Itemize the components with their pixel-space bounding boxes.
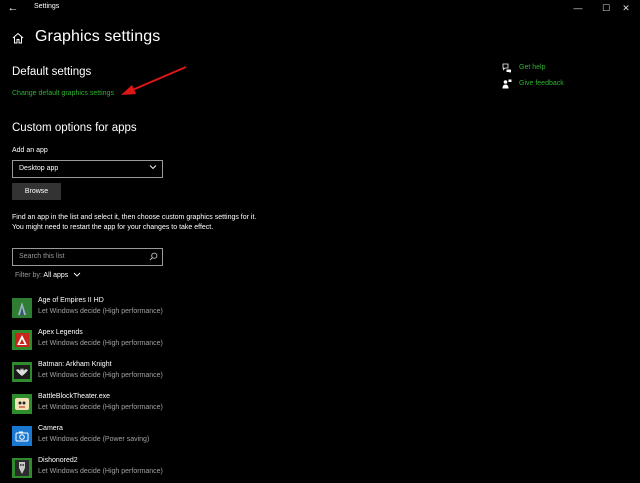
age-of-empires-icon	[12, 298, 32, 318]
search-placeholder: Search this list	[19, 253, 65, 260]
page-title: Graphics settings	[35, 28, 161, 45]
app-name: Age of Empires II HD	[38, 297, 104, 304]
app-name: Dishonored2	[38, 457, 78, 464]
app-preference: Let Windows decide (High performance)	[38, 404, 163, 411]
app-preference: Let Windows decide (High performance)	[38, 340, 163, 347]
app-preference: Let Windows decide (High performance)	[38, 468, 163, 475]
app-preference: Let Windows decide (Power saving)	[38, 436, 150, 443]
default-settings-heading: Default settings	[12, 66, 92, 78]
list-item[interactable]: Batman: Arkham Knight Let Windows decide…	[12, 361, 252, 387]
chevron-down-icon	[73, 272, 81, 277]
filter-label: Filter by:	[15, 272, 42, 279]
feedback-person-icon	[502, 79, 512, 89]
app-preference: Let Windows decide (High performance)	[38, 308, 163, 315]
give-feedback-label: Give feedback	[519, 80, 564, 87]
app-name: Camera	[38, 425, 63, 432]
custom-options-description: Find an app in the list and select it, t…	[12, 214, 257, 232]
back-button[interactable]: ←	[5, 1, 21, 16]
list-item[interactable]: Age of Empires II HD Let Windows decide …	[12, 297, 252, 323]
annotation-arrow-icon	[121, 66, 187, 95]
change-default-graphics-link[interactable]: Change default graphics settings	[12, 90, 114, 97]
apex-legends-icon	[12, 330, 32, 350]
dropdown-value: Desktop app	[19, 165, 59, 172]
app-preference: Let Windows decide (High performance)	[38, 372, 163, 379]
chevron-down-icon	[149, 165, 157, 170]
app-name: BattleBlockTheater.exe	[38, 393, 110, 400]
add-app-label: Add an app	[12, 147, 48, 154]
camera-icon	[12, 426, 32, 446]
filter-value: All apps	[43, 272, 69, 279]
browse-button[interactable]: Browse	[12, 183, 61, 200]
app-name: Apex Legends	[38, 329, 83, 336]
search-icon	[149, 252, 158, 261]
app-type-dropdown[interactable]: Desktop app	[12, 160, 163, 178]
title-bar: ← Settings — ☐ ✕	[0, 0, 640, 18]
home-icon[interactable]	[12, 32, 24, 44]
chat-help-icon	[502, 63, 511, 73]
app-name: Batman: Arkham Knight	[38, 361, 112, 368]
battleblock-icon	[12, 394, 32, 414]
get-help-label: Get help	[519, 64, 546, 71]
filter-dropdown[interactable]: Filter by: All apps	[15, 272, 81, 279]
search-list-input[interactable]: Search this list	[12, 248, 163, 266]
minimize-button[interactable]: —	[564, 0, 592, 16]
close-button[interactable]: ✕	[612, 0, 640, 16]
custom-options-heading: Custom options for apps	[12, 122, 137, 134]
window-title: Settings	[34, 3, 60, 10]
list-item[interactable]: Dishonored2 Let Windows decide (High per…	[12, 457, 252, 483]
list-item[interactable]: Camera Let Windows decide (Power saving)	[12, 425, 252, 451]
list-item[interactable]: Apex Legends Let Windows decide (High pe…	[12, 329, 252, 355]
dishonored-icon	[12, 458, 32, 478]
batman-icon	[12, 362, 32, 382]
list-item[interactable]: BattleBlockTheater.exe Let Windows decid…	[12, 393, 252, 419]
